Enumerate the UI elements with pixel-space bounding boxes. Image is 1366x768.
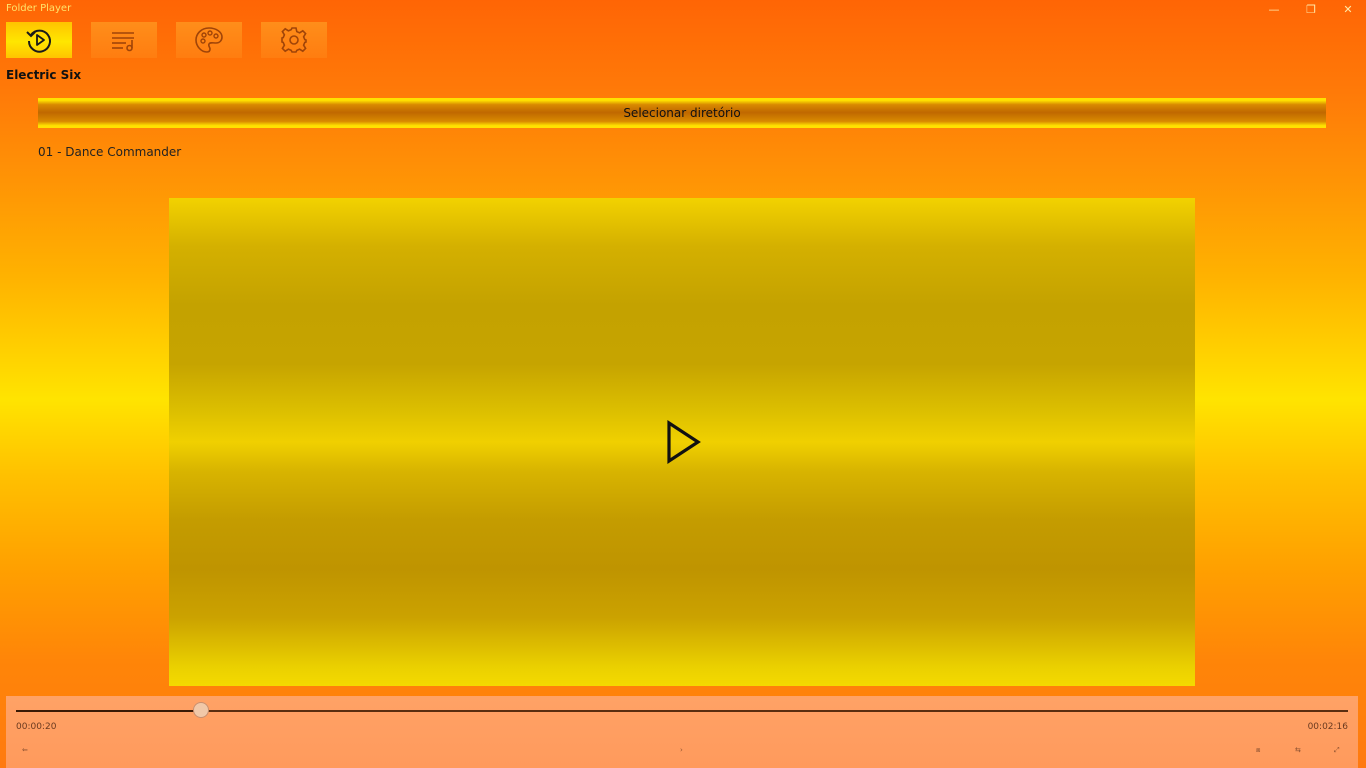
seek-thumb[interactable] bbox=[193, 702, 210, 718]
track-title: 01 - Dance Commander bbox=[38, 145, 182, 159]
seek-progress bbox=[16, 710, 202, 712]
nav-now-playing-button[interactable] bbox=[6, 22, 72, 58]
position-time: 00:00:20 bbox=[16, 722, 57, 732]
play-pause-icon[interactable]: › bbox=[680, 746, 683, 754]
cast-icon[interactable]: ⧈ bbox=[1256, 746, 1260, 755]
title-bar: Folder Player — ❐ ✕ bbox=[0, 0, 1366, 20]
nav-settings-button[interactable] bbox=[261, 22, 327, 58]
gear-icon bbox=[281, 27, 307, 53]
fullscreen-icon[interactable]: ⤢ bbox=[1334, 746, 1340, 755]
close-button[interactable]: ✕ bbox=[1330, 0, 1366, 20]
app-title: Folder Player bbox=[6, 3, 72, 14]
now-playing-icon bbox=[26, 29, 51, 53]
artist-name: Electric Six bbox=[6, 68, 82, 82]
seek-bar[interactable] bbox=[16, 702, 1348, 718]
back-icon[interactable]: ⇐ bbox=[22, 746, 28, 754]
nav-playlist-button[interactable] bbox=[91, 22, 157, 58]
playlist-icon bbox=[112, 32, 134, 52]
play-icon[interactable] bbox=[666, 420, 702, 464]
media-controls: 00:00:20 00:02:16 ⇐ › ⧈ ⇆ ⤢ bbox=[6, 696, 1358, 768]
restore-button[interactable]: ❐ bbox=[1293, 0, 1329, 20]
palette-icon bbox=[195, 27, 223, 53]
select-directory-button[interactable]: Selecionar diretório bbox=[38, 98, 1326, 128]
minimize-button[interactable]: — bbox=[1256, 0, 1292, 20]
repeat-icon[interactable]: ⇆ bbox=[1295, 746, 1301, 754]
duration-time: 00:02:16 bbox=[1307, 722, 1348, 732]
nav-theme-button[interactable] bbox=[176, 22, 242, 58]
media-area[interactable] bbox=[169, 198, 1195, 686]
